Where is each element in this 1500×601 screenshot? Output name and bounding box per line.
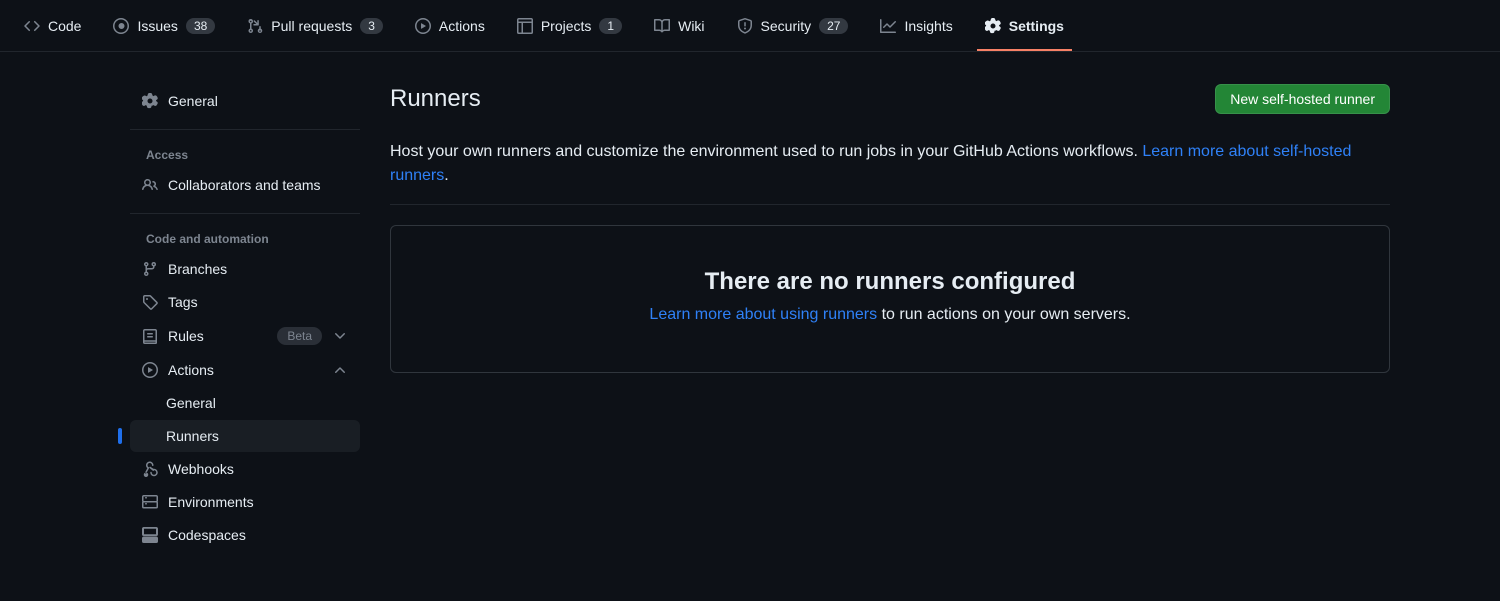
tab-actions-label: Actions bbox=[439, 18, 485, 34]
issues-count: 38 bbox=[186, 18, 215, 34]
pulls-count: 3 bbox=[360, 18, 383, 34]
sidebar-rules-label: Rules bbox=[168, 328, 204, 344]
gear-icon bbox=[985, 18, 1001, 34]
host-text: Host your own runners and customize the … bbox=[390, 143, 1142, 160]
sidebar-item-collaborators[interactable]: Collaborators and teams bbox=[130, 169, 360, 201]
tab-issues[interactable]: Issues 38 bbox=[97, 0, 231, 51]
projects-count: 1 bbox=[599, 18, 622, 34]
learn-runners-link[interactable]: Learn more about using runners bbox=[649, 306, 877, 323]
divider bbox=[130, 213, 360, 214]
tab-pulls-label: Pull requests bbox=[271, 18, 352, 34]
tab-insights-label: Insights bbox=[904, 18, 952, 34]
sidebar-item-codespaces[interactable]: Codespaces bbox=[130, 519, 360, 551]
chevron-down-icon bbox=[332, 328, 348, 344]
tab-code-label: Code bbox=[48, 18, 81, 34]
sidebar-item-actions[interactable]: Actions bbox=[130, 354, 360, 386]
code-icon bbox=[24, 18, 40, 34]
sidebar-collab-label: Collaborators and teams bbox=[168, 177, 321, 193]
sidebar-item-webhooks[interactable]: Webhooks bbox=[130, 453, 360, 485]
container: General Access Collaborators and teams C… bbox=[0, 52, 1500, 552]
sidebar-item-actions-general[interactable]: General bbox=[130, 387, 360, 419]
empty-subtitle: Learn more about using runners to run ac… bbox=[431, 306, 1349, 324]
sidebar-item-general[interactable]: General bbox=[130, 85, 360, 117]
tab-projects[interactable]: Projects 1 bbox=[501, 0, 638, 51]
sidebar-item-rules[interactable]: Rules Beta bbox=[130, 319, 360, 353]
book-icon bbox=[654, 18, 670, 34]
empty-state: There are no runners configured Learn mo… bbox=[390, 225, 1390, 373]
sidebar-webhooks-label: Webhooks bbox=[168, 461, 234, 477]
tab-pulls[interactable]: Pull requests 3 bbox=[231, 0, 399, 51]
codespaces-icon bbox=[142, 527, 158, 543]
access-section-title: Access bbox=[130, 142, 360, 168]
sidebar-env-label: Environments bbox=[168, 494, 254, 510]
tab-wiki-label: Wiki bbox=[678, 18, 704, 34]
play-icon bbox=[415, 18, 431, 34]
empty-suffix: to run actions on your own servers. bbox=[877, 306, 1130, 323]
period: . bbox=[444, 167, 448, 184]
rules-icon bbox=[142, 328, 158, 344]
page-title: Runners bbox=[390, 85, 481, 113]
sidebar-item-environments[interactable]: Environments bbox=[130, 486, 360, 518]
runners-description: Host your own runners and customize the … bbox=[390, 140, 1390, 205]
table-icon bbox=[517, 18, 533, 34]
tab-wiki[interactable]: Wiki bbox=[638, 0, 720, 51]
empty-title: There are no runners configured bbox=[431, 268, 1349, 296]
shield-icon bbox=[737, 18, 753, 34]
tab-projects-label: Projects bbox=[541, 18, 592, 34]
sidebar-actions-general-label: General bbox=[166, 395, 216, 411]
repo-tabs: Code Issues 38 Pull requests 3 Actions P… bbox=[0, 0, 1500, 52]
main-content: Runners New self-hosted runner Host your… bbox=[360, 84, 1500, 552]
tab-settings[interactable]: Settings bbox=[969, 0, 1080, 51]
new-runner-button[interactable]: New self-hosted runner bbox=[1215, 84, 1390, 114]
sidebar-item-branches[interactable]: Branches bbox=[130, 253, 360, 285]
sidebar-actions-runners-label: Runners bbox=[166, 428, 219, 444]
tab-code[interactable]: Code bbox=[8, 0, 97, 51]
tab-issues-label: Issues bbox=[137, 18, 177, 34]
tab-insights[interactable]: Insights bbox=[864, 0, 968, 51]
branch-icon bbox=[142, 261, 158, 277]
pull-request-icon bbox=[247, 18, 263, 34]
sidebar-branches-label: Branches bbox=[168, 261, 227, 277]
people-icon bbox=[142, 177, 158, 193]
tab-actions[interactable]: Actions bbox=[399, 0, 501, 51]
sidebar-item-tags[interactable]: Tags bbox=[130, 286, 360, 318]
graph-icon bbox=[880, 18, 896, 34]
tab-security[interactable]: Security 27 bbox=[721, 0, 865, 51]
sidebar-tags-label: Tags bbox=[168, 294, 198, 310]
server-icon bbox=[142, 494, 158, 510]
issue-icon bbox=[113, 18, 129, 34]
divider bbox=[130, 129, 360, 130]
play-icon bbox=[142, 362, 158, 378]
settings-sidebar: General Access Collaborators and teams C… bbox=[0, 84, 360, 552]
tab-settings-label: Settings bbox=[1009, 18, 1064, 34]
webhook-icon bbox=[142, 461, 158, 477]
beta-badge: Beta bbox=[277, 327, 322, 345]
sidebar-general-label: General bbox=[168, 93, 218, 109]
gear-icon bbox=[142, 93, 158, 109]
tag-icon bbox=[142, 294, 158, 310]
sidebar-actions-label: Actions bbox=[168, 362, 214, 378]
sidebar-codespaces-label: Codespaces bbox=[168, 527, 246, 543]
header-row: Runners New self-hosted runner bbox=[390, 84, 1390, 114]
chevron-up-icon bbox=[332, 362, 348, 378]
tab-security-label: Security bbox=[761, 18, 812, 34]
sidebar-item-actions-runners[interactable]: Runners bbox=[130, 420, 360, 452]
automation-section-title: Code and automation bbox=[130, 226, 360, 252]
security-count: 27 bbox=[819, 18, 848, 34]
